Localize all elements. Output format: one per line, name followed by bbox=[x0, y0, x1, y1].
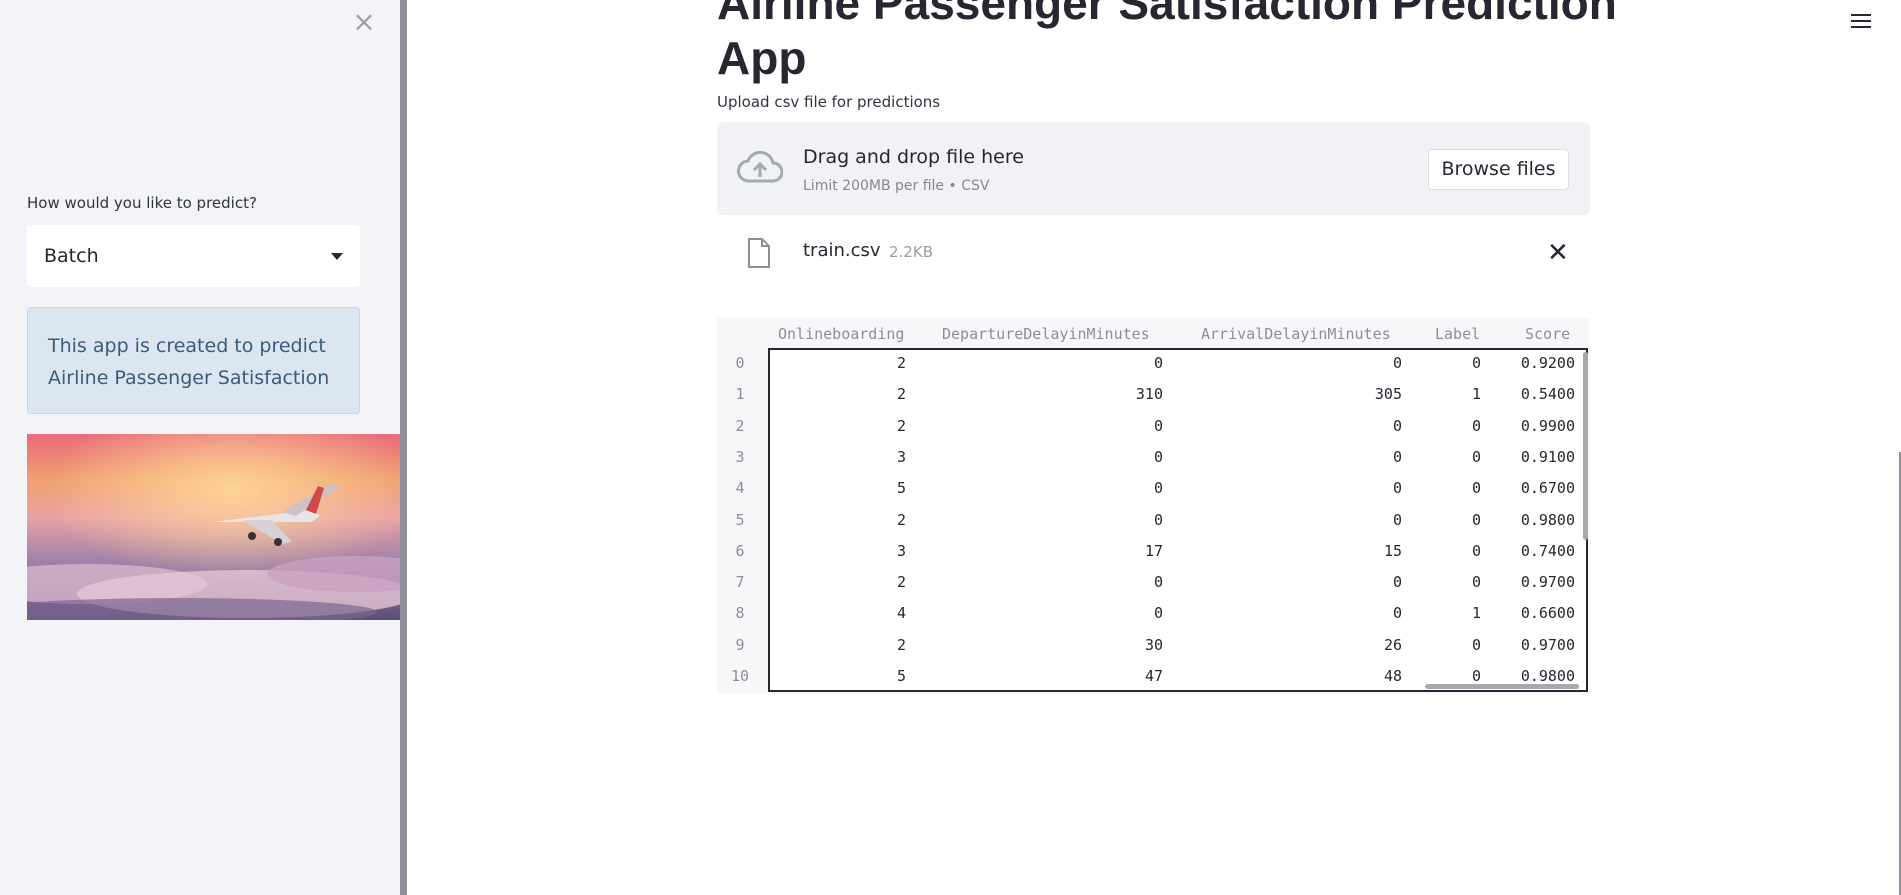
row-index: 3 bbox=[735, 447, 745, 466]
table-cell[interactable]: 2 bbox=[897, 511, 906, 529]
caret-down-icon bbox=[331, 252, 343, 260]
column-header[interactable]: DepartureDelayinMinutes bbox=[942, 325, 1150, 343]
table-body: 0 2 0 0 0 0.9200 1 2 310 305 1 0.5400 2 2 0 0 0 0.9900 3 3 0… bbox=[731, 348, 1588, 692]
table-cell[interactable]: 0.9800 bbox=[1521, 511, 1575, 529]
table-cell[interactable]: 0 bbox=[1154, 417, 1163, 435]
table-cell[interactable]: 0 bbox=[1393, 511, 1402, 529]
table-cell[interactable]: 2 bbox=[897, 354, 906, 372]
table-cell[interactable]: 310 bbox=[1136, 385, 1163, 403]
table-cell[interactable]: 0.9100 bbox=[1521, 448, 1575, 466]
table-cell[interactable]: 0 bbox=[1472, 448, 1481, 466]
close-sidebar-icon[interactable]: × bbox=[352, 8, 376, 36]
table-cell[interactable]: 5 bbox=[897, 667, 906, 685]
vertical-scrollbar[interactable] bbox=[1583, 352, 1588, 540]
table-cell[interactable]: 5 bbox=[897, 479, 906, 497]
table-cell[interactable]: 1 bbox=[1472, 604, 1481, 622]
table-cell[interactable]: 0.7400 bbox=[1521, 542, 1575, 560]
uploaded-file: train.csv 2.2KB ✕ bbox=[717, 228, 1590, 278]
table-cell[interactable]: 0 bbox=[1154, 479, 1163, 497]
table-cell[interactable]: 2 bbox=[897, 573, 906, 591]
cloud-upload-icon bbox=[737, 150, 783, 183]
browse-files-button[interactable]: Browse files bbox=[1428, 149, 1569, 190]
row-index: 8 bbox=[735, 604, 745, 623]
table-header: Onlineboarding DepartureDelayinMinutes A… bbox=[717, 318, 1590, 348]
predict-mode-select[interactable]: Batch bbox=[27, 225, 360, 287]
row-index: 10 bbox=[730, 667, 750, 685]
table-cell[interactable]: 0 bbox=[1393, 604, 1402, 622]
table-cell[interactable]: 3 bbox=[897, 542, 906, 560]
column-header[interactable]: Label bbox=[1435, 325, 1480, 343]
table-cell[interactable]: 0 bbox=[1472, 417, 1481, 435]
table-cell[interactable]: 2 bbox=[897, 385, 906, 403]
dataframe[interactable]: Onlineboarding DepartureDelayinMinutes A… bbox=[717, 318, 1590, 694]
column-header[interactable]: Score bbox=[1525, 325, 1570, 343]
row-index: 2 bbox=[735, 416, 745, 435]
table-cell[interactable]: 48 bbox=[1384, 667, 1402, 685]
table-cell[interactable]: 3 bbox=[897, 448, 906, 466]
column-header[interactable]: ArrivalDelayinMinutes bbox=[1201, 325, 1391, 343]
table-cell[interactable]: 17 bbox=[1145, 542, 1163, 560]
column-header[interactable]: Onlineboarding bbox=[778, 325, 904, 343]
table-cell[interactable]: 0 bbox=[1472, 542, 1481, 560]
table-cell[interactable]: 0.9700 bbox=[1521, 636, 1575, 654]
hamburger-menu-icon[interactable] bbox=[1851, 14, 1871, 32]
table-cell[interactable]: 0 bbox=[1154, 604, 1163, 622]
row-index: 1 bbox=[735, 385, 745, 404]
table-cell[interactable]: 4 bbox=[897, 604, 906, 622]
table-cell[interactable]: 47 bbox=[1145, 667, 1163, 685]
table-cell[interactable]: 0 bbox=[1154, 511, 1163, 529]
table-cell[interactable]: 2 bbox=[897, 636, 906, 654]
table-cell[interactable]: 15 bbox=[1384, 542, 1402, 560]
file-dropzone[interactable]: Drag and drop file here Limit 200MB per … bbox=[717, 122, 1590, 215]
row-index: 5 bbox=[735, 510, 745, 529]
table-cell[interactable]: 0.6600 bbox=[1521, 604, 1575, 622]
table-cell[interactable]: 0 bbox=[1154, 448, 1163, 466]
file-icon bbox=[748, 238, 770, 268]
table-cell[interactable]: 0.6700 bbox=[1521, 479, 1575, 497]
table-cell[interactable]: 0 bbox=[1472, 479, 1481, 497]
table-cell[interactable]: 0 bbox=[1393, 417, 1402, 435]
airplane-image bbox=[27, 434, 400, 620]
table-cell[interactable]: 0 bbox=[1472, 354, 1481, 372]
row-index: 6 bbox=[735, 541, 745, 560]
table-cell[interactable]: 0 bbox=[1154, 573, 1163, 591]
table-cell[interactable]: 0.9700 bbox=[1521, 573, 1575, 591]
table-cell[interactable]: 0 bbox=[1472, 636, 1481, 654]
table-cell[interactable]: 0.9800 bbox=[1521, 667, 1575, 685]
table-cell[interactable]: 2 bbox=[897, 417, 906, 435]
sidebar: × How would you like to predict? Batch T… bbox=[0, 0, 400, 895]
table-cell[interactable]: 0 bbox=[1154, 354, 1163, 372]
table-cell[interactable]: 0 bbox=[1393, 573, 1402, 591]
horizontal-scrollbar[interactable] bbox=[1425, 684, 1579, 689]
table-cell[interactable]: 0.9200 bbox=[1521, 354, 1575, 372]
table-cell[interactable]: 26 bbox=[1384, 636, 1402, 654]
table-cell[interactable]: 0 bbox=[1472, 511, 1481, 529]
file-size: 2.2KB bbox=[889, 243, 933, 261]
file-name: train.csv bbox=[803, 240, 881, 261]
upload-label: Upload csv file for predictions bbox=[717, 93, 941, 111]
sidebar-divider[interactable] bbox=[400, 0, 407, 895]
row-index: 0 bbox=[735, 354, 745, 372]
table-cell[interactable]: 0.5400 bbox=[1521, 385, 1575, 403]
row-index: 4 bbox=[735, 479, 745, 498]
predict-mode-value: Batch bbox=[44, 245, 99, 267]
table-cell[interactable]: 305 bbox=[1375, 385, 1402, 403]
dropzone-title: Drag and drop file here bbox=[803, 146, 1024, 168]
dropzone-limit: Limit 200MB per file • CSV bbox=[803, 178, 990, 194]
remove-file-icon[interactable]: ✕ bbox=[1547, 240, 1569, 266]
table-cell[interactable]: 0 bbox=[1393, 479, 1402, 497]
table-cell[interactable]: 0 bbox=[1472, 573, 1481, 591]
table-cell[interactable]: 0 bbox=[1393, 448, 1402, 466]
table-cell[interactable]: 30 bbox=[1145, 636, 1163, 654]
table-cell[interactable]: 0 bbox=[1472, 667, 1481, 685]
row-index: 7 bbox=[735, 573, 745, 592]
row-index: 9 bbox=[735, 635, 745, 654]
table-cell[interactable]: 0 bbox=[1393, 354, 1402, 372]
table-cell[interactable]: 0.9900 bbox=[1521, 417, 1575, 435]
info-alert: This app is created to predict Airline P… bbox=[27, 307, 360, 414]
predict-mode-label: How would you like to predict? bbox=[27, 194, 257, 212]
page-title: Airline Passenger Satisfaction Predictio… bbox=[717, 0, 1617, 84]
table-cell[interactable]: 1 bbox=[1472, 385, 1481, 403]
